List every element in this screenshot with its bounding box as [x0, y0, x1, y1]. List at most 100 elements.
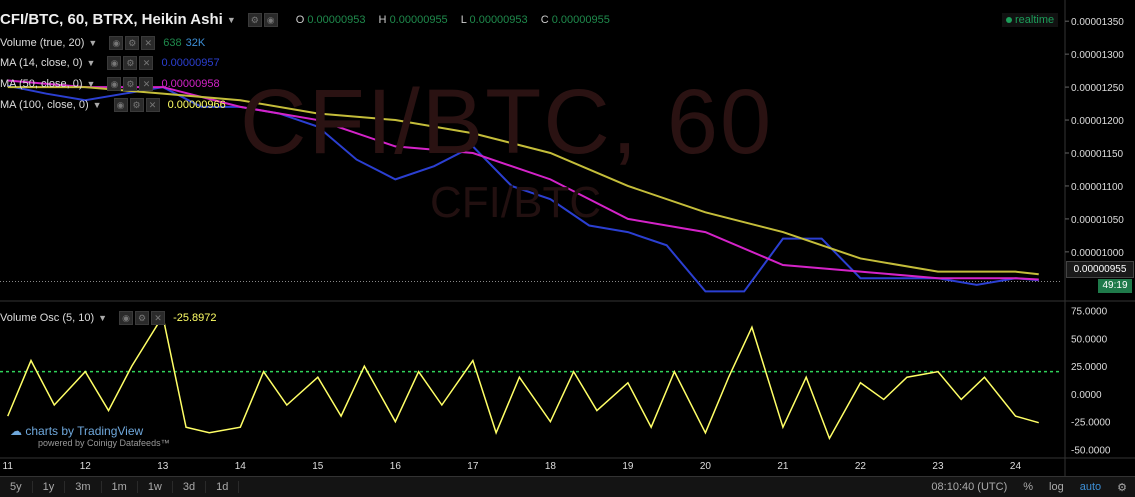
timeframe-1y[interactable]: 1y [33, 481, 66, 493]
chevron-down-icon[interactable]: ▼ [98, 313, 107, 323]
settings-icon[interactable]: ⚙ [129, 98, 144, 112]
eye-icon[interactable]: ◉ [107, 77, 122, 91]
close-label: C [540, 13, 549, 26]
time-tick-label: 24 [1010, 461, 1022, 472]
volume-osc-line [7, 314, 1039, 441]
ohlc-readout: O 0.00000953 H 0.00000955 L 0.00000953 C… [296, 14, 620, 26]
close-icon[interactable]: ✕ [151, 311, 166, 325]
tradingview-attribution[interactable]: ☁ charts by TradingView powered by Coini… [10, 424, 170, 448]
time-tick-label: 17 [467, 461, 479, 472]
attribution-sub: powered by Coinigy Datafeeds™ [38, 438, 170, 448]
close-icon[interactable]: ✕ [139, 56, 154, 70]
time-tick-label: 13 [157, 461, 169, 472]
price-tick-label: 0.00001150 [1071, 149, 1124, 160]
close-value: 0.00000955 [551, 13, 610, 26]
ma50-value: 0.00000958 [161, 78, 220, 90]
low-label: L [460, 13, 467, 26]
chevron-down-icon[interactable]: ▼ [87, 58, 96, 68]
eye-icon[interactable]: ◉ [263, 12, 278, 27]
timeframe-1m[interactable]: 1m [102, 481, 138, 493]
open-label: O [295, 13, 305, 26]
osc-tick-label: 75.0000 [1071, 307, 1108, 318]
low-value: 0.00000953 [469, 13, 528, 26]
osc-tick-label: 25.0000 [1071, 362, 1108, 373]
settings-icon[interactable]: ⚙ [123, 77, 138, 91]
timeframe-1d[interactable]: 1d [206, 481, 240, 493]
high-label: H [378, 13, 387, 26]
chevron-down-icon[interactable]: ▼ [87, 79, 96, 89]
open-value: 0.00000953 [307, 13, 366, 26]
cloud-icon: ☁ [10, 424, 22, 438]
chevron-down-icon[interactable]: ▼ [93, 100, 102, 110]
ma50-label[interactable]: MA (50, close, 0) [0, 78, 83, 90]
osc-tick-label: 0.0000 [1071, 390, 1102, 401]
eye-icon[interactable]: ◉ [119, 311, 134, 325]
volume-value: 638 [163, 37, 182, 49]
volume-label[interactable]: Volume (true, 20) [0, 37, 84, 49]
price-tick-label: 0.00001300 [1071, 50, 1124, 61]
ma100-label[interactable]: MA (100, close, 0) [0, 99, 89, 111]
time-tick-label: 16 [390, 461, 402, 472]
time-tick-label: 19 [622, 461, 634, 472]
ma14-label[interactable]: MA (14, close, 0) [0, 57, 83, 69]
close-icon[interactable]: ✕ [145, 98, 160, 112]
osc-tick-label: 50.0000 [1071, 334, 1108, 345]
time-tick-label: 12 [80, 461, 92, 472]
close-icon[interactable]: ✕ [139, 77, 154, 91]
close-icon[interactable]: ✕ [141, 36, 156, 50]
auto-toggle[interactable]: auto [1072, 481, 1109, 493]
price-tick-label: 0.00001350 [1071, 17, 1124, 28]
timeframe-3m[interactable]: 3m [65, 481, 102, 493]
current-price-tag: 0.00000955 [1066, 261, 1134, 278]
ma100-legend: MA (100, close, 0) ▼ ◉ ⚙ ✕ 0.00000966 [0, 98, 226, 112]
ma100-line [7, 86, 1039, 276]
ma14-legend: MA (14, close, 0) ▼ ◉ ⚙ ✕ 0.00000957 [0, 56, 220, 70]
eye-icon[interactable]: ◉ [107, 56, 122, 70]
ma100-value: 0.00000966 [167, 99, 226, 111]
time-tick-label: 11 [3, 461, 14, 472]
settings-icon[interactable]: ⚙ [123, 56, 138, 70]
high-value: 0.00000955 [389, 13, 448, 26]
time-tick-label: 22 [855, 461, 867, 472]
eye-icon[interactable]: ◉ [109, 36, 124, 50]
osc-label[interactable]: Volume Osc (5, 10) [0, 312, 94, 324]
price-tick-label: 0.00001200 [1071, 116, 1124, 127]
price-tick-label: 0.00001250 [1071, 83, 1124, 94]
osc-legend: Volume Osc (5, 10) ▼ ◉ ⚙ ✕ -25.8972 [0, 311, 217, 325]
clock-readout[interactable]: 08:10:40 (UTC) [923, 481, 1015, 493]
chevron-down-icon[interactable]: ▼ [227, 15, 236, 25]
attribution-main: charts by TradingView [25, 424, 144, 438]
symbol-legend: CFI/BTC, 60, BTRX, Heikin Ashi ▼ ⚙ ◉ O 0.… [0, 11, 620, 28]
time-tick-label: 14 [235, 461, 247, 472]
price-tick-label: 0.00001000 [1071, 248, 1124, 259]
osc-tick-label: -25.0000 [1071, 418, 1111, 429]
osc-tick-label: -50.0000 [1071, 445, 1111, 456]
status-dot-icon [1006, 17, 1012, 23]
bottom-toolbar: 5y 1y 3m 1m 1w 3d 1d 08:10:40 (UTC) % lo… [0, 476, 1135, 497]
osc-value: -25.8972 [173, 312, 217, 324]
timeframe-5y[interactable]: 5y [0, 481, 33, 493]
symbol-title[interactable]: CFI/BTC, 60, BTRX, Heikin Ashi [0, 11, 223, 28]
settings-icon[interactable]: ⚙ [135, 311, 150, 325]
volume-ma-value: 32K [185, 37, 206, 49]
gear-icon[interactable]: ⚙ [1109, 481, 1135, 494]
ma14-line [7, 84, 1039, 293]
time-tick-label: 23 [932, 461, 944, 472]
price-tick-label: 0.00001050 [1071, 215, 1124, 226]
chart-canvas[interactable]: 0.00001350 0.00001300 0.00001250 0.00001200… [0, 0, 1135, 476]
time-tick-label: 20 [700, 461, 712, 472]
ma14-value: 0.00000957 [161, 57, 220, 69]
eye-icon[interactable]: ◉ [113, 98, 128, 112]
time-tick-label: 15 [312, 461, 324, 472]
settings-icon[interactable]: ⚙ [247, 12, 262, 27]
realtime-badge[interactable]: realtime [1002, 13, 1059, 27]
price-tick-label: 0.00001100 [1071, 182, 1124, 193]
realtime-label: realtime [1015, 14, 1055, 26]
timeframe-3d[interactable]: 3d [173, 481, 207, 493]
settings-icon[interactable]: ⚙ [125, 36, 140, 50]
chevron-down-icon[interactable]: ▼ [88, 38, 97, 48]
log-toggle[interactable]: log [1041, 481, 1072, 493]
ma50-legend: MA (50, close, 0) ▼ ◉ ⚙ ✕ 0.00000958 [0, 77, 220, 91]
percent-toggle[interactable]: % [1015, 481, 1041, 493]
timeframe-1w[interactable]: 1w [138, 481, 173, 493]
